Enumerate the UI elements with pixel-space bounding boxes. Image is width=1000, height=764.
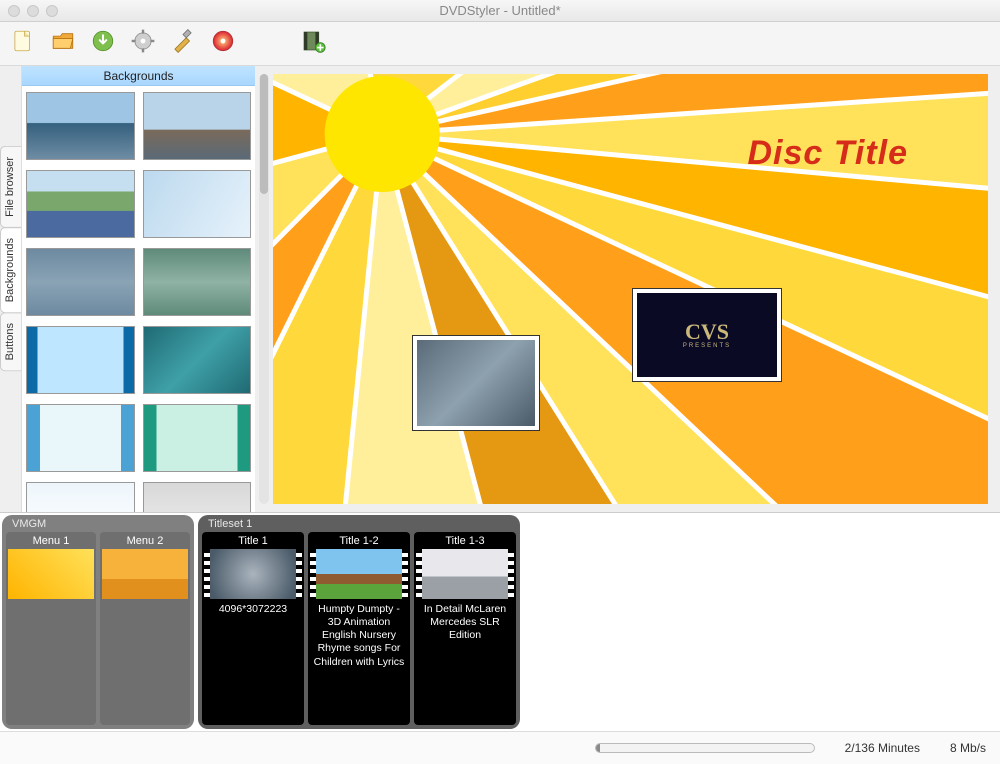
side-panel-header: Backgrounds bbox=[22, 66, 255, 86]
disc-title-text[interactable]: Disc Title bbox=[747, 134, 908, 173]
tile-head: Title 1 bbox=[202, 532, 304, 549]
menu-tile[interactable]: Menu 1 bbox=[6, 532, 96, 725]
title-tile[interactable]: Title 1-3 In Detail McLaren Mercedes SLR … bbox=[414, 532, 516, 725]
canvas-scrollbar[interactable] bbox=[259, 74, 269, 504]
title-tile[interactable]: Title 1 4096*3072223 bbox=[202, 532, 304, 725]
group-title: Titleset 1 bbox=[202, 517, 516, 532]
video-placeholder-2[interactable]: CVS PRESENTS bbox=[633, 289, 781, 381]
add-video-button[interactable] bbox=[298, 29, 328, 59]
window-title: DVDStyler - Untitled* bbox=[0, 3, 1000, 18]
background-thumb[interactable] bbox=[143, 404, 252, 472]
background-thumb[interactable] bbox=[143, 326, 252, 394]
tile-thumbnail bbox=[210, 549, 296, 599]
tile-head: Menu 1 bbox=[6, 532, 96, 549]
main-area: Buttons Backgrounds File browser Backgro… bbox=[0, 66, 1000, 512]
open-icon bbox=[50, 28, 76, 59]
placeholder-logo-text: CVS bbox=[683, 321, 731, 343]
save-project-button[interactable] bbox=[88, 29, 118, 59]
background-thumb[interactable] bbox=[26, 404, 135, 472]
open-project-button[interactable] bbox=[48, 29, 78, 59]
side-tab-strip: Buttons Backgrounds File browser bbox=[0, 66, 22, 512]
background-thumb[interactable] bbox=[143, 92, 252, 160]
vmgm-group: VMGMMenu 1Menu 2 bbox=[2, 515, 194, 729]
video-placeholder-1[interactable] bbox=[413, 336, 539, 430]
title-bar: DVDStyler - Untitled* bbox=[0, 0, 1000, 22]
canvas-scroll-thumb[interactable] bbox=[260, 74, 268, 194]
group-title: VMGM bbox=[6, 517, 190, 532]
new-project-button[interactable] bbox=[8, 29, 38, 59]
settings-icon bbox=[130, 28, 156, 59]
tile-head: Title 1-2 bbox=[308, 532, 410, 549]
titleset-group: Titleset 1Title 1 4096*3072223 Title 1-2 Hu… bbox=[198, 515, 520, 729]
menu-canvas[interactable]: Disc Title CVS PRESENTS bbox=[273, 74, 988, 504]
background-thumb[interactable] bbox=[26, 326, 135, 394]
tools-icon bbox=[170, 28, 196, 59]
side-panel: Backgrounds bbox=[22, 66, 255, 512]
title-tile[interactable]: Title 1-2 Humpty Dumpty - 3D Animation En… bbox=[308, 532, 410, 725]
tile-head: Title 1-3 bbox=[414, 532, 516, 549]
side-tab-backgrounds[interactable]: Backgrounds bbox=[0, 227, 21, 313]
backgrounds-list bbox=[22, 86, 255, 512]
placeholder-logo-sub: PRESENTS bbox=[683, 343, 731, 349]
background-thumb[interactable] bbox=[26, 482, 135, 512]
new-icon bbox=[10, 28, 36, 59]
burn-button[interactable] bbox=[208, 29, 238, 59]
main-toolbar bbox=[0, 22, 1000, 66]
tile-caption: 4096*3072223 bbox=[215, 599, 291, 620]
status-bitrate: 8 Mb/s bbox=[950, 741, 986, 755]
disc-usage-fill bbox=[596, 744, 600, 752]
save-icon bbox=[90, 28, 116, 59]
settings-button[interactable] bbox=[128, 29, 158, 59]
burn-icon bbox=[210, 28, 236, 59]
side-tab-file-browser[interactable]: File browser bbox=[0, 146, 21, 228]
background-thumb[interactable] bbox=[143, 482, 252, 512]
menu-tile[interactable]: Menu 2 bbox=[100, 532, 190, 725]
background-thumb[interactable] bbox=[26, 170, 135, 238]
tile-caption: In Detail McLaren Mercedes SLR Edition bbox=[414, 599, 516, 646]
tools-button[interactable] bbox=[168, 29, 198, 59]
tile-thumbnail bbox=[102, 549, 188, 599]
tile-head: Menu 2 bbox=[100, 532, 190, 549]
menu-canvas-wrap: Disc Title CVS PRESENTS bbox=[255, 66, 1000, 512]
status-minutes: 2/136 Minutes bbox=[845, 741, 920, 755]
disc-usage-meter bbox=[595, 743, 815, 753]
background-thumb[interactable] bbox=[26, 248, 135, 316]
side-tab-buttons[interactable]: Buttons bbox=[0, 312, 21, 371]
add-video-icon bbox=[300, 28, 326, 59]
tile-thumbnail bbox=[316, 549, 402, 599]
background-thumb[interactable] bbox=[143, 170, 252, 238]
background-thumb[interactable] bbox=[143, 248, 252, 316]
tile-caption: Humpty Dumpty - 3D Animation English Nur… bbox=[308, 599, 410, 673]
status-bar: 2/136 Minutes 8 Mb/s bbox=[0, 731, 1000, 764]
tile-thumbnail bbox=[422, 549, 508, 599]
timeline-strip: VMGMMenu 1Menu 2 Titleset 1Title 1 4096*30… bbox=[0, 512, 1000, 731]
background-thumb[interactable] bbox=[26, 92, 135, 160]
tile-thumbnail bbox=[8, 549, 94, 599]
